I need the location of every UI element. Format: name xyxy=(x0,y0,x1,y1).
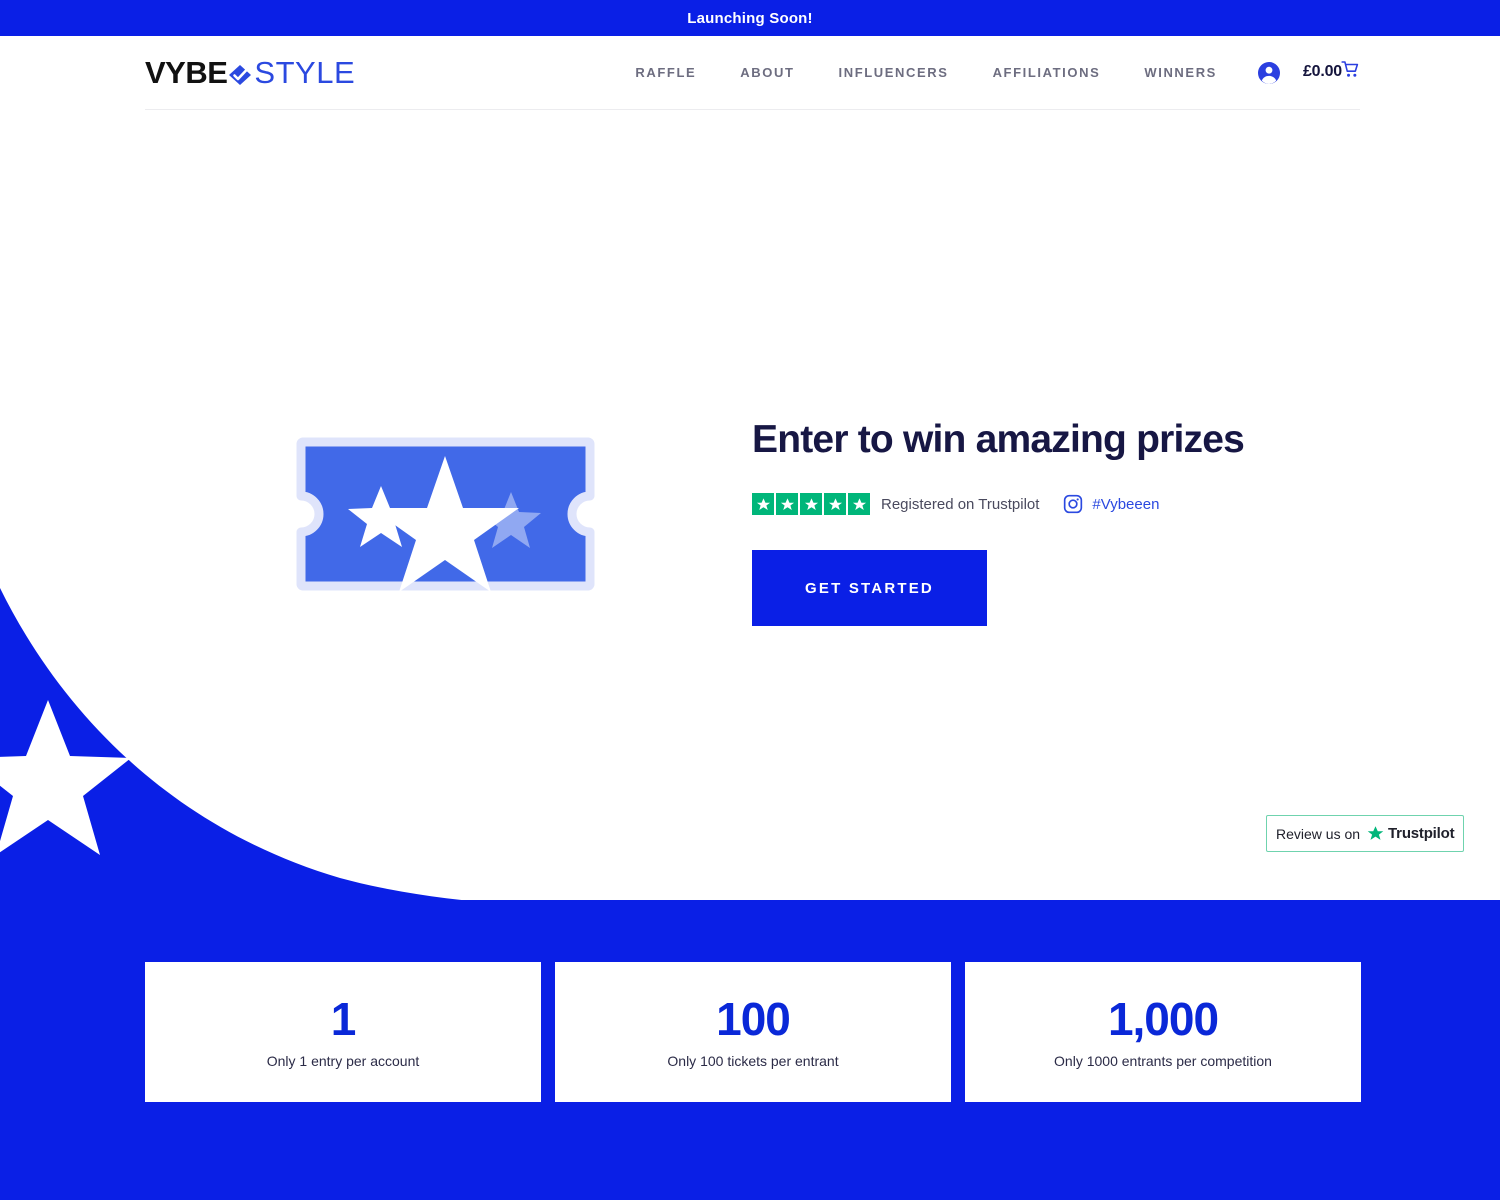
stat-card: 1,000 Only 1000 entrants per competition xyxy=(965,962,1361,1102)
cart-button[interactable]: £0.00 xyxy=(1302,60,1360,82)
trustpilot-registered-label: Registered on Trustpilot xyxy=(881,495,1040,513)
announcement-bar: Launching Soon! xyxy=(0,0,1500,36)
stat-label: Only 1000 entrants per competition xyxy=(1054,1052,1272,1069)
stat-card: 1 Only 1 entry per account xyxy=(145,962,541,1102)
nav-item-about[interactable]: ABOUT xyxy=(718,65,816,80)
site-header: VYBE STYLE RAFFLE ABOUT INFLUENCERS AFFI… xyxy=(145,36,1360,110)
stat-number: 100 xyxy=(716,992,791,1045)
shopping-cart-icon xyxy=(1341,60,1360,79)
page-title: Enter to win amazing prizes xyxy=(752,418,1245,461)
trustpilot-star-icon xyxy=(1367,825,1384,842)
instagram-icon[interactable] xyxy=(1063,494,1083,514)
trustpilot-rating-row: Registered on Trustpilot #Vybeeen xyxy=(752,493,1352,515)
trustpilot-widget-prefix: Review us on xyxy=(1276,825,1361,842)
trustpilot-star-icon xyxy=(800,493,822,515)
stat-number: 1 xyxy=(330,992,357,1045)
stats-row: 1 Only 1 entry per account 100 Only 100 … xyxy=(145,962,1361,1102)
stat-card: 100 Only 100 tickets per entrant xyxy=(555,962,951,1102)
trustpilot-star-icon xyxy=(752,493,774,515)
trustpilot-star-icon xyxy=(848,493,870,515)
trustpilot-star-icon xyxy=(824,493,846,515)
cart-total: £0.00 xyxy=(1302,63,1342,80)
logo-text-vybe: VYBE xyxy=(145,54,228,90)
landing-page: Launching Soon! VYBE STYLE RAFFLE ABOUT … xyxy=(0,0,1500,1200)
header-nav-area: RAFFLE ABOUT INFLUENCERS AFFILIATIONS WI… xyxy=(613,61,1360,85)
account-circle-icon[interactable] xyxy=(1257,61,1281,85)
diamond-check-icon xyxy=(227,64,253,86)
stat-label: Only 1 entry per account xyxy=(266,1052,420,1069)
nav-item-influencers[interactable]: INFLUENCERS xyxy=(817,65,971,80)
get-started-button[interactable]: GET STARTED xyxy=(752,550,987,626)
trustpilot-widget-brand: Trustpilot xyxy=(1388,825,1455,842)
header-actions: £0.00 xyxy=(1239,61,1360,85)
hero-content: Enter to win amazing prizes Registered o… xyxy=(752,415,1352,626)
announcement-text: Launching Soon! xyxy=(687,9,813,27)
stat-label: Only 100 tickets per entrant xyxy=(667,1052,839,1069)
decorative-wave xyxy=(0,560,760,920)
logo-text-style: STYLE xyxy=(254,54,356,90)
logo[interactable]: VYBE STYLE xyxy=(145,53,355,93)
stat-number: 1,000 xyxy=(1107,992,1219,1045)
instagram-handle[interactable]: #Vybeeen xyxy=(1092,496,1159,513)
nav-item-winners[interactable]: WINNERS xyxy=(1122,65,1239,80)
ticket-stars-icon xyxy=(293,434,598,594)
main-nav: RAFFLE ABOUT INFLUENCERS AFFILIATIONS WI… xyxy=(613,65,1239,80)
nav-item-raffle[interactable]: RAFFLE xyxy=(613,65,718,80)
trustpilot-star-icon xyxy=(776,493,798,515)
trustpilot-stars xyxy=(752,493,870,515)
trustpilot-review-widget[interactable]: Review us on Trustpilot xyxy=(1266,815,1465,852)
nav-item-affiliations[interactable]: AFFILIATIONS xyxy=(971,65,1123,80)
